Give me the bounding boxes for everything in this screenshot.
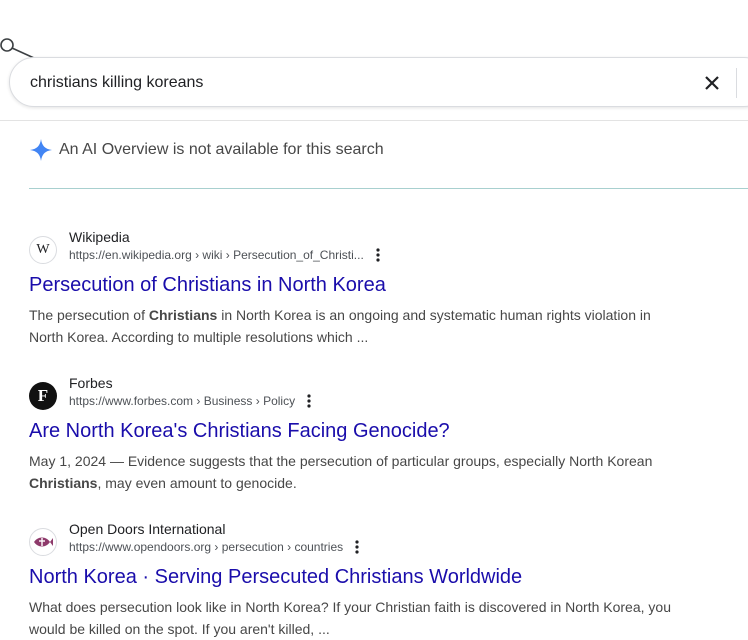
result-snippet: The persecution of Christians in North K…: [29, 307, 651, 345]
search-header: [0, 0, 748, 121]
search-box-divider: [736, 68, 737, 98]
close-icon: [705, 76, 719, 90]
search-input[interactable]: [30, 71, 670, 95]
result-source[interactable]: F Forbes https://www.forbes.com › Busine…: [29, 375, 729, 416]
ai-overview-notice: An AI Overview is not available for this…: [29, 136, 384, 164]
result-source[interactable]: Open Doors International https://www.ope…: [29, 521, 729, 562]
result-title-link[interactable]: North Korea · Serving Persecuted Christi…: [29, 564, 729, 590]
site-name: Forbes: [69, 375, 113, 391]
result-url: https://en.wikipedia.org › wiki › Persec…: [69, 248, 384, 262]
forbes-favicon-icon: F: [29, 382, 57, 410]
result-title-link[interactable]: Are North Korea's Christians Facing Geno…: [29, 418, 729, 444]
result-snippet: What does persecution look like in North…: [29, 599, 671, 637]
more-options-icon[interactable]: [303, 394, 315, 408]
result-title-link[interactable]: Persecution of Christians in North Korea: [29, 272, 729, 298]
search-result: W Wikipedia https://en.wikipedia.org › w…: [29, 229, 729, 348]
result-url-text: https://en.wikipedia.org › wiki › Persec…: [69, 248, 364, 262]
more-options-icon[interactable]: [351, 540, 363, 554]
search-result: F Forbes https://www.forbes.com › Busine…: [29, 375, 729, 494]
search-box[interactable]: [9, 57, 748, 107]
wikipedia-favicon-icon: W: [29, 236, 57, 264]
result-url-text: https://www.opendoors.org › persecution …: [69, 540, 344, 554]
search-result: Open Doors International https://www.ope…: [29, 521, 729, 640]
site-name: Open Doors International: [69, 521, 226, 537]
site-name: Wikipedia: [69, 229, 130, 245]
result-url: https://www.opendoors.org › persecution …: [69, 540, 363, 554]
clear-search-button[interactable]: [700, 71, 724, 95]
result-snippet: May 1, 2024 — Evidence suggests that the…: [29, 453, 653, 491]
sparkle-icon: [30, 139, 52, 161]
result-url: https://www.forbes.com › Business › Poli…: [69, 394, 315, 408]
result-url-text: https://www.forbes.com › Business › Poli…: [69, 394, 296, 408]
ai-overview-text: An AI Overview is not available for this…: [59, 141, 384, 158]
more-options-icon[interactable]: [372, 248, 384, 262]
result-source[interactable]: W Wikipedia https://en.wikipedia.org › w…: [29, 229, 729, 270]
divider: [29, 188, 748, 189]
open-doors-favicon-icon: [29, 528, 57, 556]
